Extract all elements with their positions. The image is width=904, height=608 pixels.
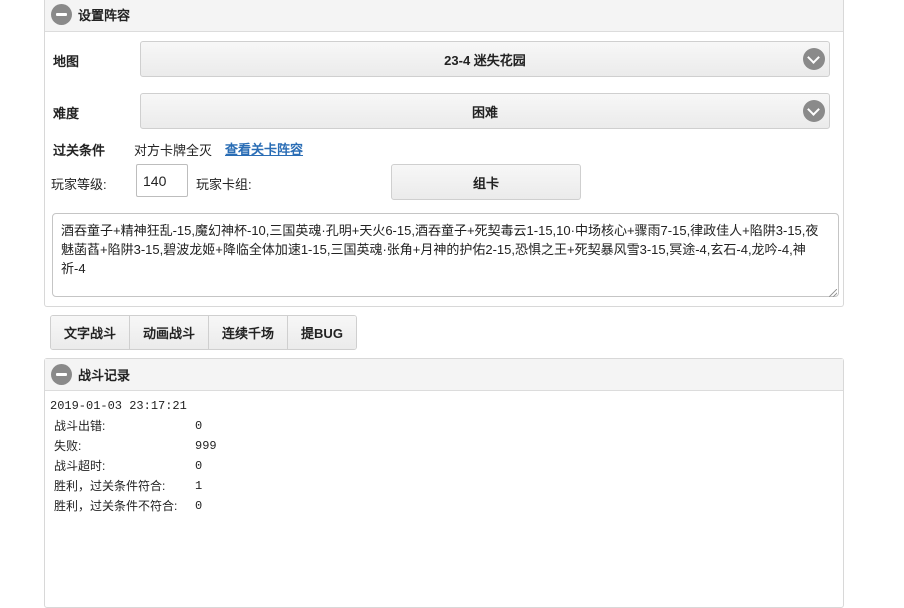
player-deck-label: 玩家卡组: — [196, 177, 252, 192]
map-select-value: 23-4 迷失花园 — [444, 52, 526, 68]
setup-panel: 设置阵容 地图 23-4 迷失花园 难度 困难 过关条件 对方卡牌全灭 查看关卡… — [44, 0, 844, 307]
view-stage-lineup-link[interactable]: 查看关卡阵容 — [225, 139, 303, 158]
difficulty-select[interactable]: 困难 — [140, 93, 830, 129]
text-battle-button[interactable]: 文字战斗 — [51, 316, 131, 349]
map-label: 地图 — [53, 54, 80, 69]
report-bug-button[interactable]: 提BUG — [288, 316, 356, 349]
difficulty-select-value: 困难 — [471, 104, 498, 120]
battle-log-title: 战斗记录 — [78, 368, 131, 383]
condition-label: 过关条件 — [53, 143, 106, 158]
log-value: 1 — [195, 479, 203, 493]
build-deck-button[interactable]: 组卡 — [391, 164, 581, 200]
battle-log-panel: 战斗记录 2019-01-03 23:17:21 战斗出错: 0 失败: 999… — [44, 358, 844, 608]
difficulty-label: 难度 — [53, 106, 80, 121]
log-row: 失败: 999 — [50, 436, 843, 456]
log-key: 胜利，过关条件不符合: — [54, 499, 178, 513]
battle-action-group: 文字战斗 动画战斗 连续千场 提BUG — [50, 315, 357, 350]
log-row: 胜利，过关条件不符合: 0 — [50, 496, 843, 516]
player-level-input[interactable] — [136, 164, 188, 197]
collapse-icon[interactable] — [51, 364, 72, 385]
setup-panel-title: 设置阵容 — [78, 8, 131, 23]
chevron-down-icon[interactable] — [803, 100, 825, 122]
log-key: 胜利，过关条件符合: — [54, 479, 166, 493]
log-key: 战斗出错: — [54, 419, 106, 433]
log-value: 0 — [195, 499, 203, 513]
battle-log-header[interactable]: 战斗记录 — [45, 359, 843, 391]
log-key: 失败: — [54, 439, 82, 453]
setup-panel-header[interactable]: 设置阵容 — [45, 0, 843, 32]
condition-value: 对方卡牌全灭 — [134, 143, 213, 158]
chevron-down-icon[interactable] — [803, 48, 825, 70]
animated-battle-button[interactable]: 动画战斗 — [130, 316, 210, 349]
log-row: 战斗出错: 0 — [50, 416, 843, 436]
log-timestamp: 2019-01-03 23:17:21 — [50, 399, 187, 413]
battle-log-body: 2019-01-03 23:17:21 战斗出错: 0 失败: 999 战斗超时… — [45, 391, 843, 516]
log-value: 999 — [195, 439, 217, 453]
log-key: 战斗超时: — [54, 459, 106, 473]
log-row: 战斗超时: 0 — [50, 456, 843, 476]
continuous-battle-button[interactable]: 连续千场 — [209, 316, 289, 349]
player-level-label: 玩家等级: — [51, 177, 107, 192]
collapse-icon[interactable] — [51, 4, 72, 25]
log-value: 0 — [195, 459, 203, 473]
map-select[interactable]: 23-4 迷失花园 — [140, 41, 830, 77]
log-row: 胜利，过关条件符合: 1 — [50, 476, 843, 496]
lineup-textarea[interactable]: 酒吞童子+精神狂乱-15,魔幻神杯-10,三国英魂·孔明+天火6-15,酒吞童子… — [52, 213, 839, 297]
resize-grip-icon[interactable] — [829, 289, 837, 297]
log-value: 0 — [195, 419, 203, 433]
